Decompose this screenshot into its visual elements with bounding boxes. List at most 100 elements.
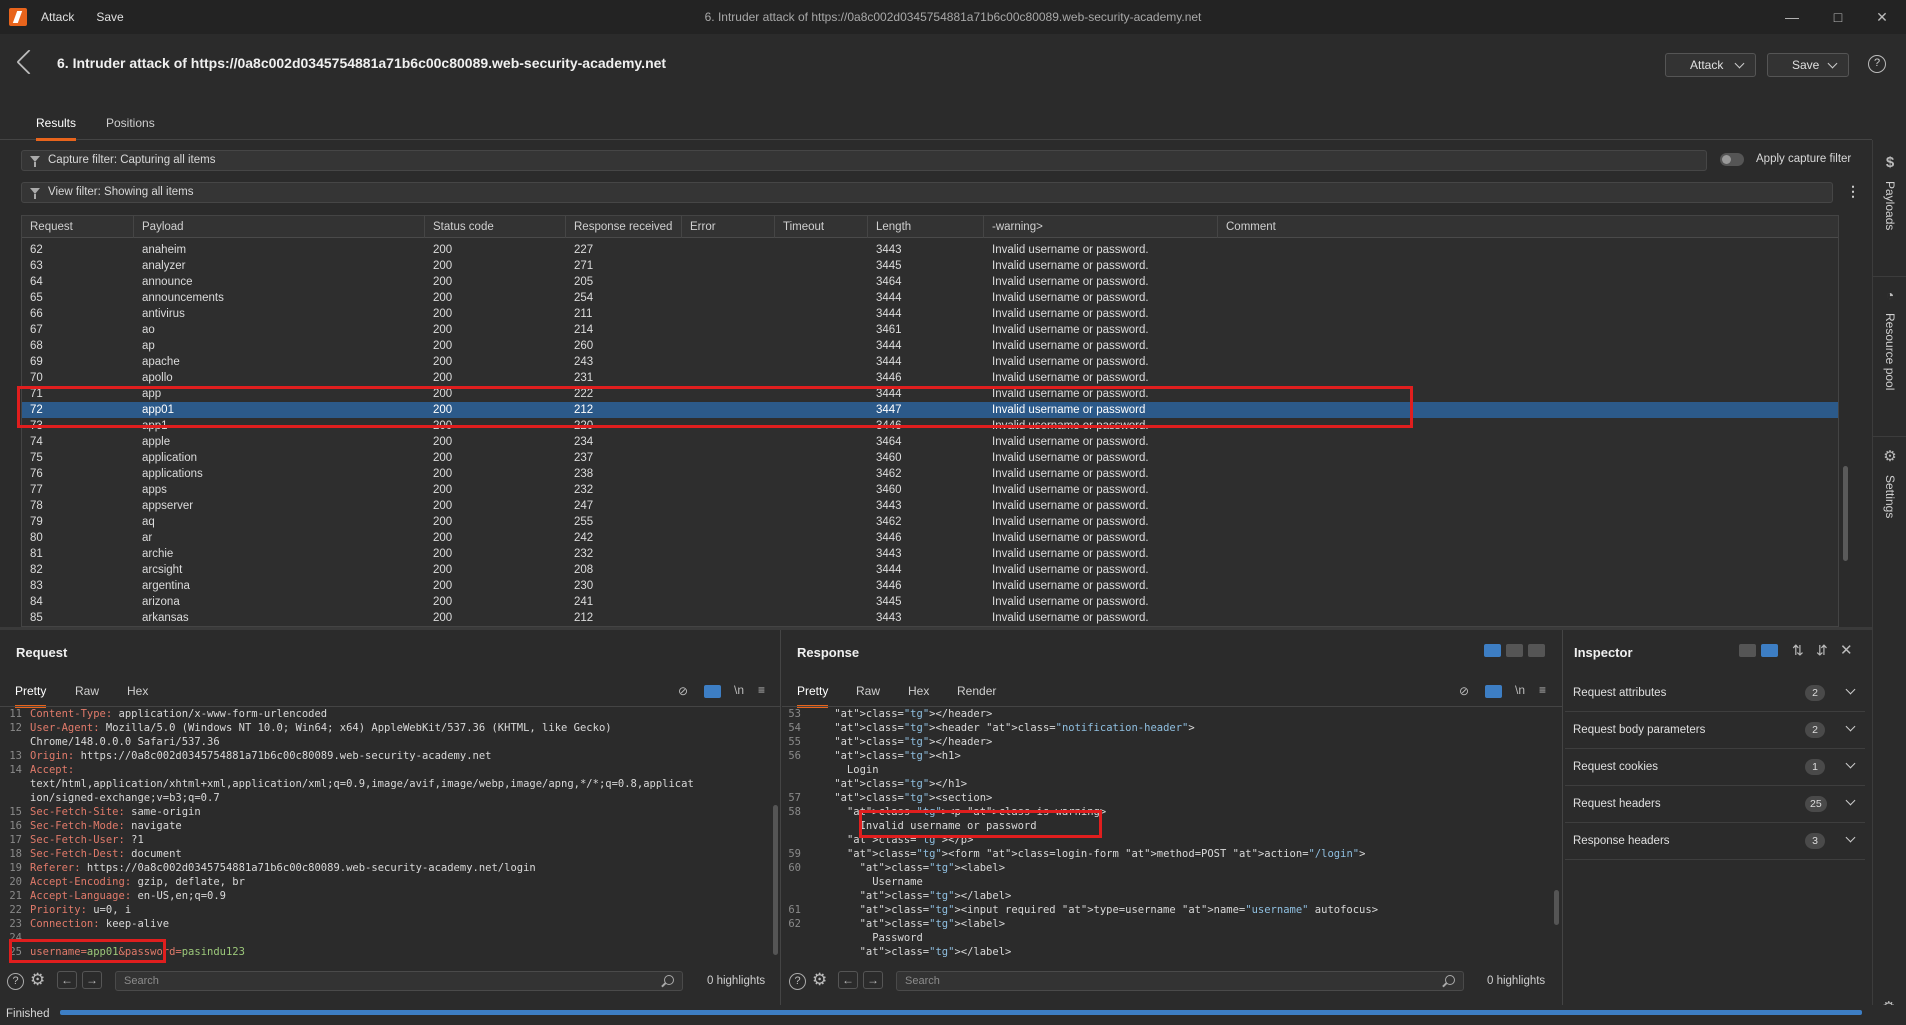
request-tab-pretty[interactable]: Pretty	[15, 684, 47, 708]
table-row[interactable]: 75 application 200 237 3460 Invalid username …	[22, 450, 1838, 466]
table-row[interactable]: 62 anaheim 200 227 3443 Invalid username or p…	[22, 242, 1838, 258]
table-row[interactable]: 64 announce 200 205 3464 Invalid username or …	[22, 274, 1838, 290]
request-scrollbar[interactable]	[773, 805, 778, 955]
menu-save[interactable]: Save	[96, 10, 123, 24]
save-button[interactable]: Save	[1767, 53, 1849, 77]
table-cell: Invalid username or password.	[992, 244, 1149, 256]
column-header[interactable]: Timeout	[775, 216, 868, 238]
inspector-section[interactable]: Request attributes 2	[1565, 675, 1865, 712]
eye-off-icon[interactable]: ⊘	[678, 684, 688, 698]
sidebar-item-settings[interactable]: ⚙ Settings	[1873, 436, 1906, 521]
view-filter-bar[interactable]: View filter: Showing all items	[21, 182, 1833, 203]
newline-toggle[interactable]: \n	[734, 683, 744, 697]
inspector-section[interactable]: Request headers 25	[1565, 786, 1865, 823]
table-cell: 200	[433, 260, 453, 272]
wrap-lines-icon[interactable]	[704, 685, 721, 698]
more-options-icon[interactable]: ⋮	[1846, 182, 1860, 200]
table-row[interactable]: 67 ao 200 214 3461 Invalid username or passwo…	[22, 322, 1838, 338]
help-icon[interactable]: ?	[1868, 55, 1886, 73]
response-tab-hex[interactable]: Hex	[908, 684, 929, 705]
response-tab-raw[interactable]: Raw	[856, 684, 880, 705]
response-tab-render[interactable]: Render	[957, 684, 996, 705]
table-cell: 271	[574, 260, 594, 272]
inspector-section[interactable]: Response headers 3	[1565, 823, 1865, 860]
table-cell	[775, 370, 868, 386]
close-icon[interactable]: ✕	[1840, 641, 1853, 659]
table-row[interactable]: 70 apollo 200 231 3446 Invalid username or pa…	[22, 370, 1838, 386]
wrap-lines-icon[interactable]	[1485, 685, 1502, 698]
column-header[interactable]: Length	[868, 216, 984, 238]
request-editor[interactable]: 11 Content-Type: application/x-www-form-u…	[4, 707, 769, 961]
request-tab-raw[interactable]: Raw	[75, 684, 99, 705]
table-row[interactable]: 84 arizona 200 241 3445 Invalid username or p…	[22, 594, 1838, 610]
layout-list-icon[interactable]	[1739, 644, 1756, 657]
expand-all-icon[interactable]: ⇅	[1792, 642, 1804, 659]
request-search-input[interactable]: Search	[115, 971, 683, 991]
help-icon[interactable]: ?	[789, 973, 806, 990]
table-row[interactable]: 68 ap 200 260 3444 Invalid username or passwo…	[22, 338, 1838, 354]
inspector-section[interactable]: Request cookies 1	[1565, 749, 1865, 786]
maximize-icon[interactable]: □	[1826, 6, 1850, 28]
apply-capture-filter-toggle[interactable]	[1720, 153, 1744, 166]
back-icon[interactable]	[16, 49, 42, 75]
table-row[interactable]: 81 archie 200 232 3443 Invalid username or pa…	[22, 546, 1838, 562]
attack-button[interactable]: Attack	[1665, 53, 1756, 77]
attack-tabs: Results Positions	[0, 94, 1872, 141]
table-row[interactable]: 85 arkansas 200 212 3443 Invalid username or …	[22, 610, 1838, 626]
capture-filter-bar[interactable]: Capture filter: Capturing all items	[21, 150, 1707, 171]
next-arrow-icon[interactable]: →	[863, 971, 883, 989]
gear-icon[interactable]: ⚙	[30, 970, 45, 990]
next-arrow-icon[interactable]: →	[82, 971, 102, 989]
minimize-icon[interactable]: —	[1780, 6, 1804, 28]
request-title: Request	[16, 645, 68, 660]
eye-off-icon[interactable]: ⊘	[1459, 684, 1469, 698]
table-row[interactable]: 66 antivirus 200 211 3444 Invalid username or…	[22, 306, 1838, 322]
inspector-section[interactable]: Request body parameters 2	[1565, 712, 1865, 749]
line-number: 59	[788, 848, 801, 860]
column-header[interactable]: Response received	[566, 216, 682, 238]
response-scrollbar[interactable]	[1554, 890, 1559, 925]
request-tab-hex[interactable]: Hex	[127, 684, 148, 705]
sidebar-item-resource-pool[interactable]: ◔ Resource pool	[1873, 276, 1906, 393]
table-scrollbar[interactable]	[1843, 466, 1848, 561]
table-row[interactable]: 74 apple 200 234 3464 Invalid username or pas…	[22, 434, 1838, 450]
hamburger-menu-icon[interactable]: ≡	[1539, 683, 1546, 697]
close-window-icon[interactable]: ✕	[1870, 6, 1894, 28]
tab-results[interactable]: Results	[36, 116, 77, 141]
column-header[interactable]: Status code	[425, 216, 566, 238]
table-row[interactable]: 76 applications 200 238 3462 Invalid username…	[22, 466, 1838, 482]
table-row[interactable]: 77 apps 200 232 3460 Invalid username or pass…	[22, 482, 1838, 498]
table-row[interactable]: 69 apache 200 243 3444 Invalid username or pa…	[22, 354, 1838, 370]
table-row[interactable]: 79 aq 200 255 3462 Invalid username or passwo…	[22, 514, 1838, 530]
response-tab-pretty[interactable]: Pretty	[797, 684, 829, 708]
layout-single-icon[interactable]	[1528, 644, 1545, 657]
table-row[interactable]: 83 argentina 200 230 3446 Invalid username or…	[22, 578, 1838, 594]
column-header[interactable]: Comment	[1218, 216, 1838, 238]
column-header[interactable]: Error	[682, 216, 775, 238]
layout-rows-icon[interactable]	[1506, 644, 1523, 657]
column-header[interactable]: Payload	[134, 216, 425, 238]
table-cell: 3446	[876, 532, 902, 544]
column-header[interactable]: -warning>	[984, 216, 1218, 238]
table-row[interactable]: 82 arcsight 200 208 3444 Invalid username or …	[22, 562, 1838, 578]
menu-attack[interactable]: Attack	[41, 10, 74, 24]
previous-arrow-icon[interactable]: ←	[838, 971, 858, 989]
newline-toggle[interactable]: \n	[1515, 683, 1525, 697]
response-search-input[interactable]: Search	[896, 971, 1464, 991]
layout-split-icon[interactable]	[1484, 644, 1501, 657]
table-cell	[682, 258, 775, 274]
table-row[interactable]: 78 appserver 200 247 3443 Invalid username or…	[22, 498, 1838, 514]
table-cell: Invalid username or password.	[992, 452, 1149, 464]
gear-icon[interactable]: ⚙	[812, 970, 827, 990]
hamburger-menu-icon[interactable]: ≡	[758, 683, 765, 697]
collapse-all-icon[interactable]: ⇵	[1816, 642, 1828, 659]
help-icon[interactable]: ?	[7, 973, 24, 990]
table-row[interactable]: 63 analyzer 200 271 3445 Invalid username or …	[22, 258, 1838, 274]
table-row[interactable]: 65 announcements 200 254 3444 Invalid usernam…	[22, 290, 1838, 306]
layout-split-icon[interactable]	[1761, 644, 1778, 657]
tab-positions[interactable]: Positions	[106, 116, 155, 138]
column-header[interactable]: Request	[22, 216, 134, 238]
table-row[interactable]: 80 ar 200 242 3446 Invalid username or passwo…	[22, 530, 1838, 546]
previous-arrow-icon[interactable]: ←	[57, 971, 77, 989]
sidebar-item-payloads[interactable]: $ Payloads	[1873, 154, 1906, 233]
